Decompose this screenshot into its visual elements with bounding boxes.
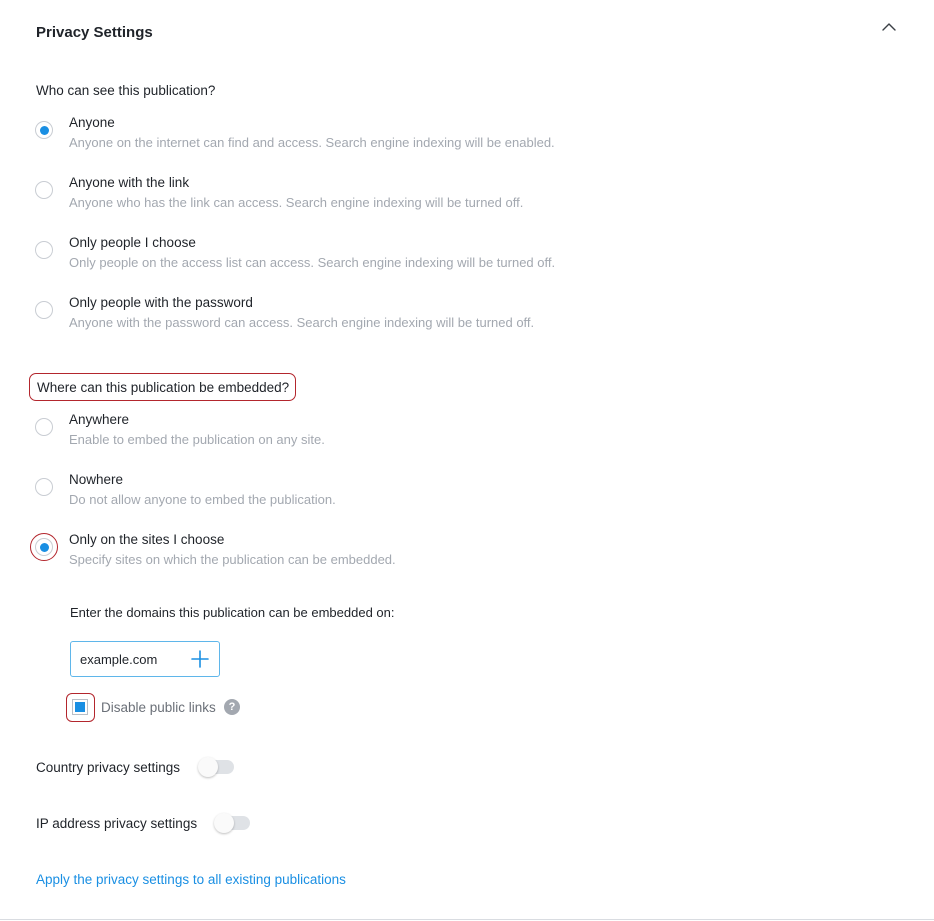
question-mark-icon[interactable]: ? xyxy=(224,699,240,715)
domain-input-box xyxy=(70,641,220,677)
option-label: Only on the sites I choose xyxy=(69,532,225,547)
radio-button-sites-i-choose[interactable] xyxy=(35,538,53,556)
chevron-up-icon xyxy=(882,23,896,31)
add-domain-button[interactable] xyxy=(189,648,211,670)
visibility-option-anyone[interactable]: Anyone Anyone on the internet can find a… xyxy=(35,115,735,165)
option-description: Anyone who has the link can access. Sear… xyxy=(69,195,524,210)
embedding-question: Where can this publication be embedded? xyxy=(29,373,297,401)
embedding-option-nowhere[interactable]: Nowhere Do not allow anyone to embed the… xyxy=(35,472,735,522)
domain-input[interactable] xyxy=(80,650,180,668)
privacy-settings-panel: Privacy Settings Who can see this public… xyxy=(0,0,934,921)
radio-button-password[interactable] xyxy=(35,301,53,319)
option-label: Anywhere xyxy=(69,412,130,427)
disable-public-links-label[interactable]: Disable public links xyxy=(101,700,216,715)
option-label: Only people with the password xyxy=(69,295,253,310)
option-label: Anyone xyxy=(69,115,115,130)
checkbox-checked-fill xyxy=(75,702,85,712)
radio-button-nowhere[interactable] xyxy=(35,478,53,496)
option-description: Anyone with the password can access. Sea… xyxy=(69,315,535,330)
option-description: Enable to embed the publication on any s… xyxy=(69,432,325,447)
option-label: Nowhere xyxy=(69,472,124,487)
visibility-question: Who can see this publication? xyxy=(36,83,216,98)
divider xyxy=(0,919,934,920)
option-description: Specify sites on which the publication c… xyxy=(69,552,396,567)
apply-to-all-publications-link[interactable]: Apply the privacy settings to all existi… xyxy=(36,872,346,887)
option-label: Anyone with the link xyxy=(69,175,190,190)
embedding-option-sites-i-choose[interactable]: Only on the sites I choose Specify sites… xyxy=(30,532,735,582)
disable-public-links-checkbox[interactable] xyxy=(66,693,95,722)
checkbox-box xyxy=(72,699,88,715)
embedding-option-anywhere[interactable]: Anywhere Enable to embed the publication… xyxy=(35,412,735,462)
country-privacy-label: Country privacy settings xyxy=(36,760,181,775)
visibility-option-password[interactable]: Only people with the password Anyone wit… xyxy=(35,295,735,345)
domains-label: Enter the domains this publication can b… xyxy=(70,605,395,620)
panel-title: Privacy Settings xyxy=(36,24,153,41)
collapse-panel-button[interactable] xyxy=(878,16,900,36)
plus-icon xyxy=(191,650,209,668)
radio-button-only-people-i-choose[interactable] xyxy=(35,241,53,259)
option-description: Only people on the access list can acces… xyxy=(69,255,556,270)
toggle-knob xyxy=(198,757,218,777)
ip-privacy-label: IP address privacy settings xyxy=(36,816,198,831)
option-description: Anyone on the internet can find and acce… xyxy=(69,135,555,150)
visibility-option-anyone-with-link[interactable]: Anyone with the link Anyone who has the … xyxy=(35,175,735,225)
radio-button-anyone-with-link[interactable] xyxy=(35,181,53,199)
ip-privacy-toggle[interactable] xyxy=(214,813,250,833)
option-description: Do not allow anyone to embed the publica… xyxy=(69,492,336,507)
option-label: Only people I choose xyxy=(69,235,196,250)
country-privacy-toggle[interactable] xyxy=(198,757,234,777)
visibility-option-only-people-i-choose[interactable]: Only people I choose Only people on the … xyxy=(35,235,735,285)
toggle-knob xyxy=(214,813,234,833)
radio-button-anyone[interactable] xyxy=(35,121,53,139)
radio-button-anywhere[interactable] xyxy=(35,418,53,436)
